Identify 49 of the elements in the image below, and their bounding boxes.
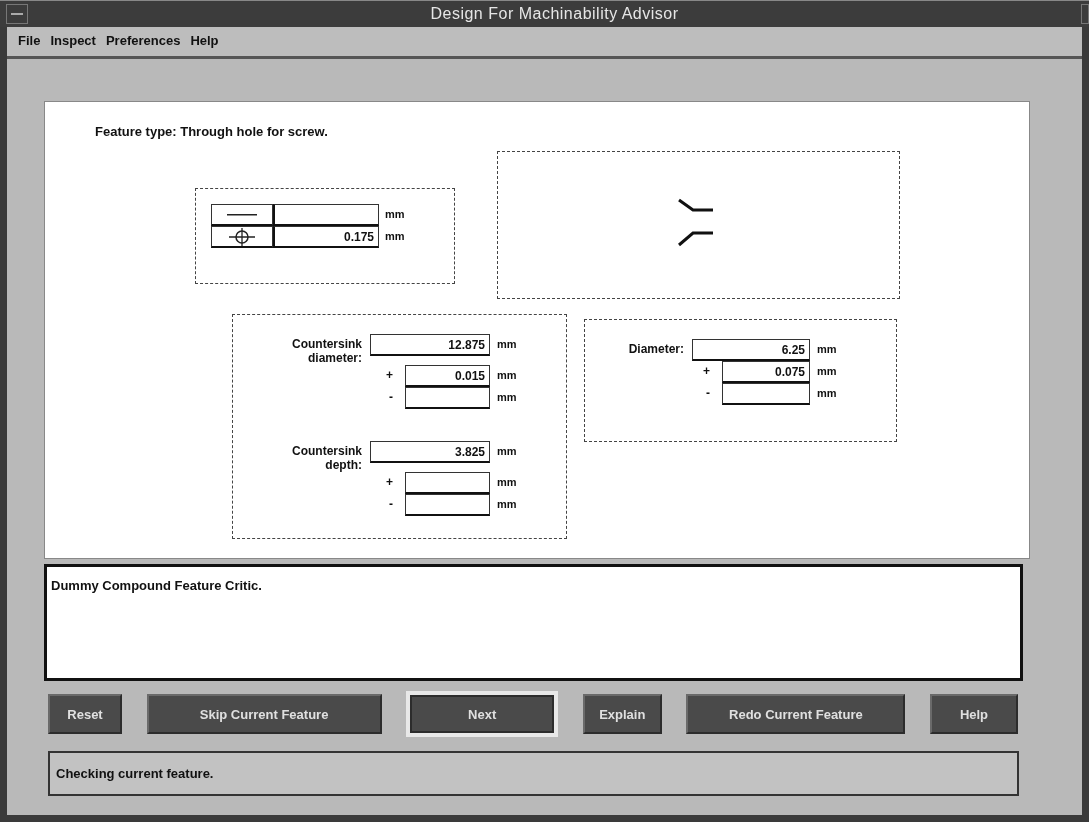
input-field[interactable]: 0.075 [722,361,810,383]
input-field[interactable]: 6.25 [692,339,810,361]
menu-item[interactable]: Help [185,33,224,48]
input-field[interactable]: 0.175 [273,226,379,248]
status-text: Checking current feature. [56,766,214,781]
unit-label: mm [496,337,518,350]
window-title: Design For Machinability Advisor [429,5,680,23]
unit-label: mm [816,342,838,355]
input-field[interactable]: 12.875 [370,334,490,356]
unit-label: mm [816,386,838,399]
input-field[interactable] [273,204,379,226]
field-label: Countersink diameter: [291,336,363,365]
unit-label: mm [496,368,518,381]
sign-label: + [703,363,711,378]
unit-label: mm [496,475,518,488]
field-label: Countersink depth: [291,443,363,472]
window-menu-button[interactable] [6,4,28,24]
crosshair-circle-icon [228,227,256,246]
input-field[interactable]: 3.825 [370,441,490,463]
unit-label: mm [384,207,406,222]
action-button[interactable]: Help [929,694,1018,734]
menu-item[interactable]: Preferences [100,33,186,48]
sign-label: - [389,389,394,404]
input-field[interactable] [405,472,490,494]
unit-label: mm [816,364,838,377]
unit-label: mm [496,444,518,457]
window-button[interactable] [1081,4,1089,24]
sign-label: + [386,474,394,489]
action-button[interactable]: Next [406,691,559,737]
sign-label: + [386,367,394,382]
field-label: Diameter: [628,341,685,356]
input-field[interactable] [405,387,490,409]
menu-item[interactable]: File [13,33,46,48]
action-button[interactable]: Reset [48,694,122,734]
message-text: Dummy Compound Feature Critic. [51,578,262,593]
sign-label: - [389,496,394,511]
unit-label: mm [496,390,518,403]
input-field[interactable] [722,383,810,405]
action-button[interactable]: Redo Current Feature [686,694,906,734]
unit-label: mm [496,497,518,510]
dash-icon [11,12,23,16]
action-button[interactable]: Skip Current Feature [146,694,382,734]
feature-type-text: Feature type: Through hole for screw. [95,124,328,139]
input-field[interactable] [405,494,490,516]
unit-label: mm [384,229,406,244]
menu-item[interactable]: Inspect [45,33,101,48]
input-field[interactable]: 0.015 [405,365,490,387]
action-button[interactable]: Explain [582,694,662,734]
sign-label: - [706,385,711,400]
